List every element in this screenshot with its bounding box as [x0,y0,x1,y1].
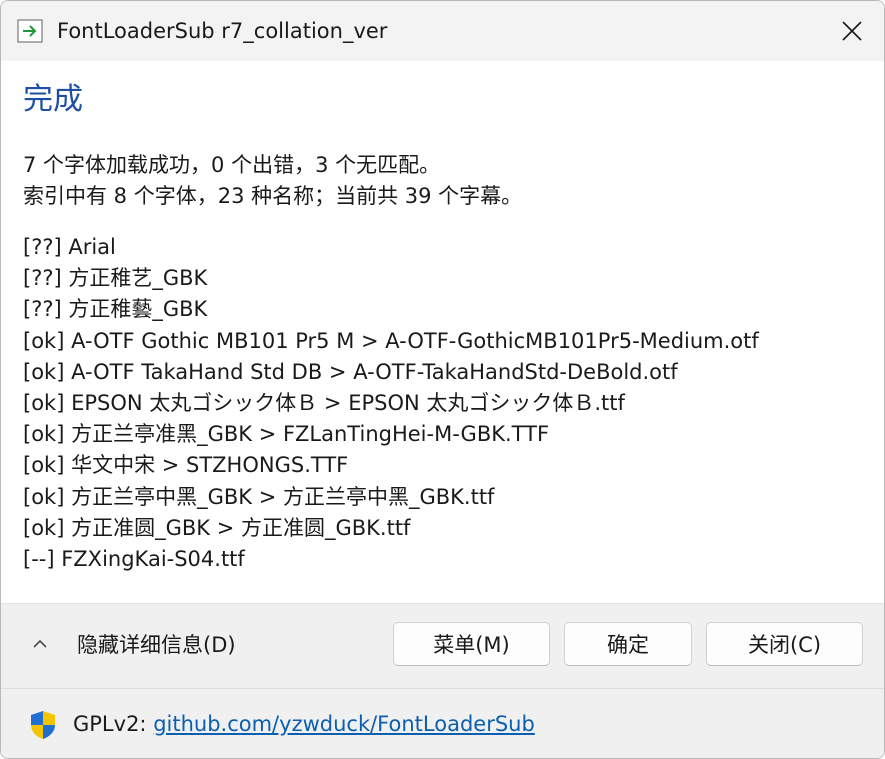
title-bar[interactable]: FontLoaderSub r7_collation_ver [1,1,884,61]
arrow-right-icon [17,19,43,43]
main-instruction: 完成 [23,82,83,117]
license-label: GPLv2: [73,712,147,736]
log-line: [ok] EPSON 太丸ゴシック体Ｂ > EPSON 太丸ゴシック体Ｂ.ttf [23,391,625,416]
close-window-button[interactable] [820,1,884,61]
log-line: [??] Arial [23,235,116,259]
log-line: [--] FZXingKai-S04.ttf [23,547,245,572]
close-icon [842,21,862,41]
window-title: FontLoaderSub r7_collation_ver [57,19,388,43]
content-area: 完成 7 个字体加载成功，0 个出错，3 个无匹配。 索引中有 8 个字体，23… [1,61,884,603]
hide-details-toggle[interactable]: 隐藏详细信息(D) [29,622,236,666]
dialog-window: FontLoaderSub r7_collation_ver 完成 7 个字体加… [0,0,885,759]
log-line: [ok] A-OTF Gothic MB101 Pr5 M > A-OTF-Go… [23,328,759,353]
menu-button[interactable]: 菜单(M) [393,622,550,666]
hide-details-label: 隐藏详细信息(D) [77,633,236,657]
log-line: [ok] A-OTF TakaHand Std DB > A-OTF-TakaH… [23,359,678,384]
ok-button[interactable]: 确定 [564,622,692,666]
github-link[interactable]: github.com/yzwduck/FontLoaderSub [153,712,535,736]
chevron-up-icon [33,639,47,648]
log-line: [ok] 方正兰亭准黑_GBK > FZLanTingHei-M-GBK.TTF [23,422,550,447]
button-bar: 隐藏详细信息(D) 菜单(M) 确定 关闭(C) [1,603,884,688]
log-line: [??] 方正稚藝_GBK [23,297,208,322]
log-line: [??] 方正稚艺_GBK [23,266,208,291]
footer: GPLv2: github.com/yzwduck/FontLoaderSub [1,688,884,758]
log-line: [ok] 方正准圆_GBK > 方正准圆_GBK.ttf [23,515,411,540]
shield-icon [31,711,55,739]
log-line: [ok] 方正兰亭中黑_GBK > 方正兰亭中黑_GBK.ttf [23,484,495,509]
font-log: [??] Arial [??] 方正稚艺_GBK [??] 方正稚藝_GBK [… [23,232,759,575]
close-button[interactable]: 关闭(C) [706,622,863,666]
summary-line: 索引中有 8 个字体，23 种名称；当前共 39 个字幕。 [23,184,523,208]
footer-text: GPLv2: github.com/yzwduck/FontLoaderSub [73,709,535,739]
summary-line: 7 个字体加载成功，0 个出错，3 个无匹配。 [23,153,441,177]
summary-text: 7 个字体加载成功，0 个出错，3 个无匹配。 索引中有 8 个字体，23 种名… [23,150,522,212]
log-line: [ok] 华文中宋 > STZHONGS.TTF [23,453,349,478]
